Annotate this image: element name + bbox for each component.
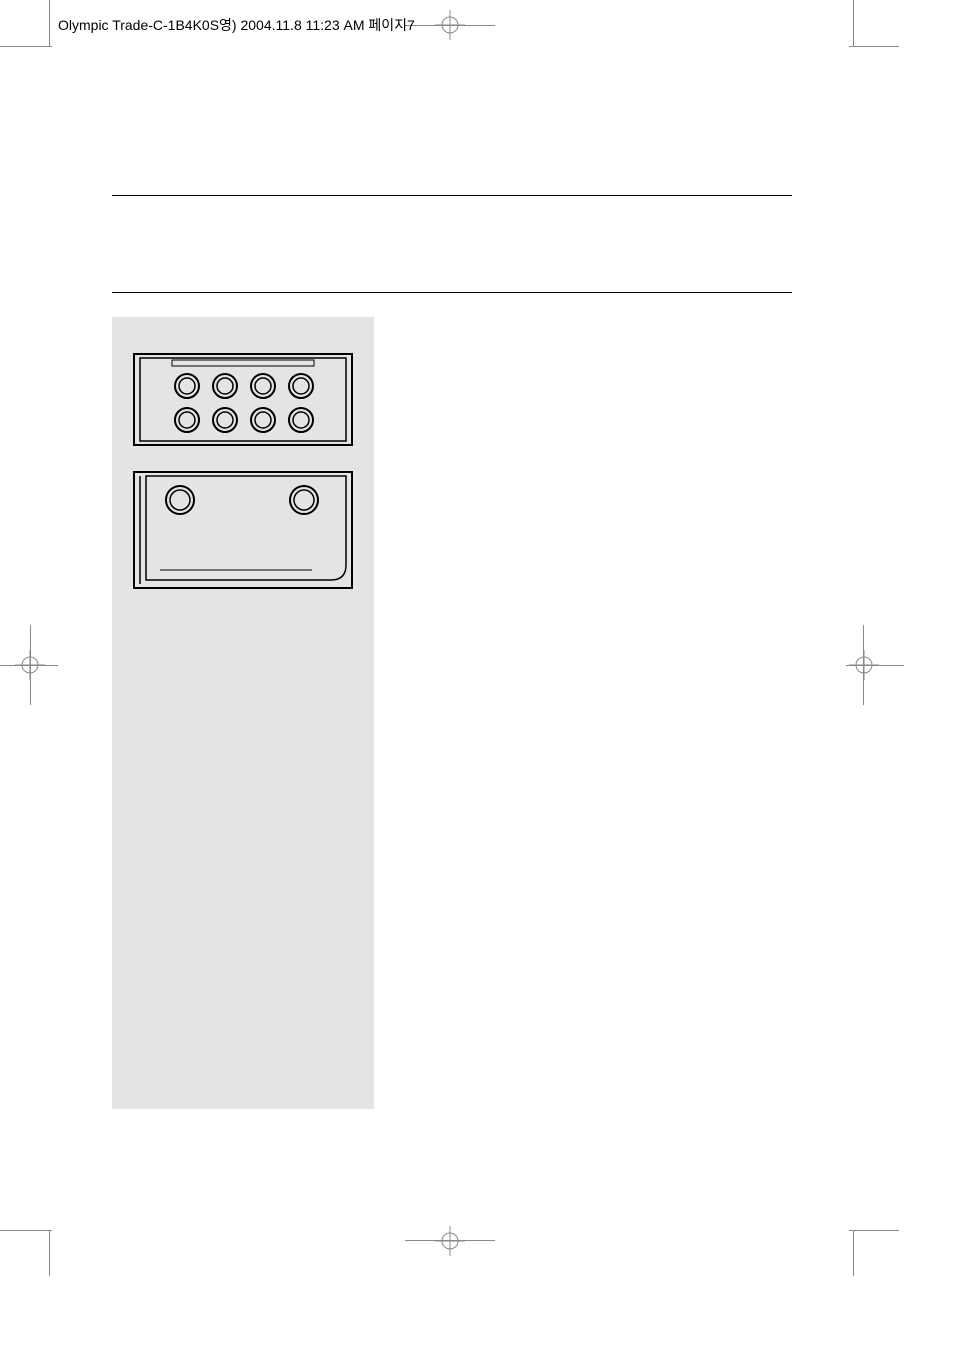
crop-mark	[853, 0, 854, 46]
registration-mark-icon	[435, 10, 465, 40]
crop-mark	[853, 1230, 854, 1276]
crop-mark	[0, 46, 52, 47]
crop-mark	[49, 1230, 50, 1276]
registration-mark-icon	[849, 650, 879, 680]
crop-mark	[0, 1230, 52, 1231]
crop-mark	[849, 1230, 899, 1231]
crop-mark	[849, 46, 899, 47]
registration-mark-icon	[15, 650, 45, 680]
registration-mark-icon	[435, 1226, 465, 1256]
document-header: Olympic Trade-C-1B4K0S영) 2004.11.8 11:23…	[58, 15, 415, 35]
device-front-view-icon	[132, 470, 354, 590]
horizontal-rule	[112, 292, 792, 293]
horizontal-rule	[112, 195, 792, 196]
crop-mark	[49, 0, 50, 46]
device-top-view-icon	[132, 352, 354, 447]
